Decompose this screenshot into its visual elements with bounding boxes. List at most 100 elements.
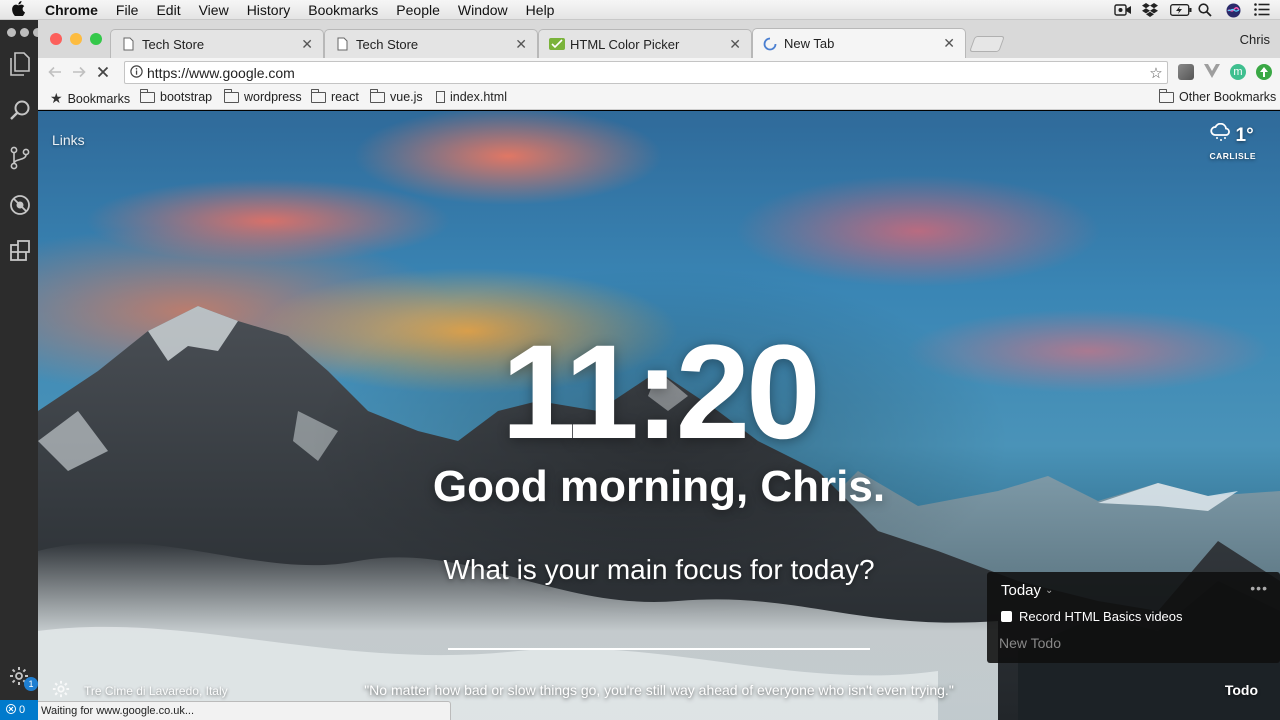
tab-tech-store-1[interactable]: Tech Store ✕ xyxy=(110,29,324,58)
bookmark-folder-vuejs[interactable]: vue.js xyxy=(369,88,423,104)
vscode-status-problems[interactable]: 0 xyxy=(0,700,38,720)
loading-spinner-icon xyxy=(763,37,777,51)
explorer-icon[interactable] xyxy=(9,52,31,76)
todo-list-name: Today xyxy=(1001,582,1042,599)
bookmark-label: index.html xyxy=(450,90,507,104)
extension-icons: m xyxy=(1178,64,1272,80)
menu-people[interactable]: People xyxy=(387,2,449,18)
menu-edit[interactable]: Edit xyxy=(147,2,189,18)
address-bar[interactable]: ☆ xyxy=(124,61,1168,84)
back-button[interactable] xyxy=(44,61,66,83)
battery-icon[interactable] xyxy=(1170,3,1192,17)
vscode-activity-bar: 1 xyxy=(0,20,42,720)
clock[interactable]: 11:20 xyxy=(38,326,1280,460)
bookmark-folder-react[interactable]: react xyxy=(310,88,359,104)
menu-chrome[interactable]: Chrome xyxy=(36,2,107,18)
momentum-extension-icon[interactable]: m xyxy=(1230,64,1246,80)
forward-button[interactable] xyxy=(68,61,90,83)
apple-menu-icon[interactable] xyxy=(0,0,36,19)
menu-view[interactable]: View xyxy=(190,2,238,18)
weather-widget[interactable]: 1° CARLISLE xyxy=(1209,122,1257,161)
update-badge: 1 xyxy=(24,677,38,691)
weather-location: CARLISLE xyxy=(1209,151,1256,161)
tab-html-color-picker[interactable]: HTML Color Picker ✕ xyxy=(538,29,752,58)
debug-icon[interactable] xyxy=(9,194,31,216)
close-tab-icon[interactable]: ✕ xyxy=(301,36,313,53)
close-tab-icon[interactable]: ✕ xyxy=(729,36,741,53)
url-input[interactable] xyxy=(147,64,1145,81)
extensions-icon[interactable] xyxy=(9,240,31,262)
bookmark-label: wordpress xyxy=(244,90,302,104)
main-focus-input[interactable] xyxy=(448,616,870,650)
bookmark-bookmarks[interactable]: ★ Bookmarks xyxy=(50,90,130,107)
menu-window[interactable]: Window xyxy=(449,2,517,18)
folder-icon xyxy=(139,88,155,103)
bookmark-star-icon[interactable]: ☆ xyxy=(1145,64,1167,82)
tab-title: Tech Store xyxy=(142,36,205,52)
todo-checkbox[interactable] xyxy=(1001,611,1012,622)
tab-title: New Tab xyxy=(784,36,835,51)
source-control-icon[interactable] xyxy=(9,146,31,170)
momentum-new-tab-page: Links 1° CARLISLE 11:20 Good morning, Ch… xyxy=(38,111,1280,720)
screen-record-icon[interactable] xyxy=(1114,3,1131,17)
links-button[interactable]: Links xyxy=(52,132,85,148)
color-picker-favicon xyxy=(549,37,565,51)
close-tab-icon[interactable]: ✕ xyxy=(515,36,527,53)
page-info-icon[interactable] xyxy=(125,64,147,81)
green-extension-icon[interactable] xyxy=(1256,64,1272,80)
tab-title: Tech Store xyxy=(356,36,419,52)
close-tab-icon[interactable]: ✕ xyxy=(943,35,955,52)
error-icon xyxy=(6,703,16,717)
window-controls xyxy=(7,28,42,37)
dropbox-icon[interactable] xyxy=(1142,2,1158,17)
search-icon[interactable] xyxy=(9,100,31,122)
bookmark-folder-wordpress[interactable]: wordpress xyxy=(223,88,302,104)
todo-list-selector[interactable]: Today ⌄ xyxy=(1001,582,1053,599)
profile-button[interactable]: Chris xyxy=(1240,32,1270,47)
macos-menubar: Chrome File Edit View History Bookmarks … xyxy=(0,0,1280,20)
zoom-window-button[interactable] xyxy=(90,33,102,45)
menu-help[interactable]: Help xyxy=(517,2,564,18)
error-count: 0 xyxy=(19,704,26,716)
bookmark-label: Other Bookmarks xyxy=(1179,90,1277,104)
tab-strip: Tech Store ✕ Tech Store ✕ HTML Color Pic… xyxy=(38,20,1280,58)
more-options-icon[interactable]: ••• xyxy=(1250,580,1268,596)
close-window-button[interactable] xyxy=(50,33,62,45)
bookmark-label: bootstrap xyxy=(160,90,213,104)
daily-quote: "No matter how bad or slow things go, yo… xyxy=(364,682,954,698)
page-icon xyxy=(121,37,135,51)
new-tab-button[interactable] xyxy=(969,36,1005,52)
todo-item[interactable]: Record HTML Basics videos xyxy=(1001,609,1183,624)
spotlight-icon[interactable] xyxy=(1198,2,1214,17)
chrome-window: Tech Store ✕ Tech Store ✕ HTML Color Pic… xyxy=(38,20,1280,720)
new-todo-input[interactable] xyxy=(999,631,1259,655)
other-bookmarks[interactable]: Other Bookmarks xyxy=(1158,88,1277,104)
tab-tech-store-2[interactable]: Tech Store ✕ xyxy=(324,29,538,58)
stop-loading-button[interactable] xyxy=(92,61,114,83)
notification-center-icon[interactable] xyxy=(1254,2,1270,17)
menu-file[interactable]: File xyxy=(107,2,148,18)
tab-new-tab[interactable]: New Tab ✕ xyxy=(752,28,966,58)
siri-icon[interactable] xyxy=(1226,3,1242,17)
chevron-down-icon: ⌄ xyxy=(1045,585,1054,596)
menu-history[interactable]: History xyxy=(238,2,300,18)
traffic-lights xyxy=(50,33,102,45)
tab-title: HTML Color Picker xyxy=(570,36,680,52)
extension-puzzle-icon[interactable] xyxy=(1178,64,1194,80)
folder-icon xyxy=(310,88,326,103)
snow-cloud-icon xyxy=(1209,122,1232,149)
vue-devtools-icon[interactable] xyxy=(1204,64,1220,80)
bookmark-index-html[interactable]: index.html xyxy=(436,90,507,104)
page-icon xyxy=(335,37,349,51)
menu-bookmarks[interactable]: Bookmarks xyxy=(299,2,387,18)
todo-panel: Today ⌄ ••• Record HTML Basics videos xyxy=(987,572,1280,663)
folder-icon xyxy=(1158,88,1174,103)
weather-temp: 1° xyxy=(1235,125,1254,146)
minimize-window-button[interactable] xyxy=(70,33,82,45)
star-icon: ★ xyxy=(50,90,63,106)
folder-icon xyxy=(369,88,385,103)
bookmark-folder-bootstrap[interactable]: bootstrap xyxy=(139,88,213,104)
bookmark-label: react xyxy=(331,90,359,104)
todo-toggle-button[interactable]: Todo xyxy=(1225,682,1258,698)
page-icon xyxy=(436,91,445,103)
